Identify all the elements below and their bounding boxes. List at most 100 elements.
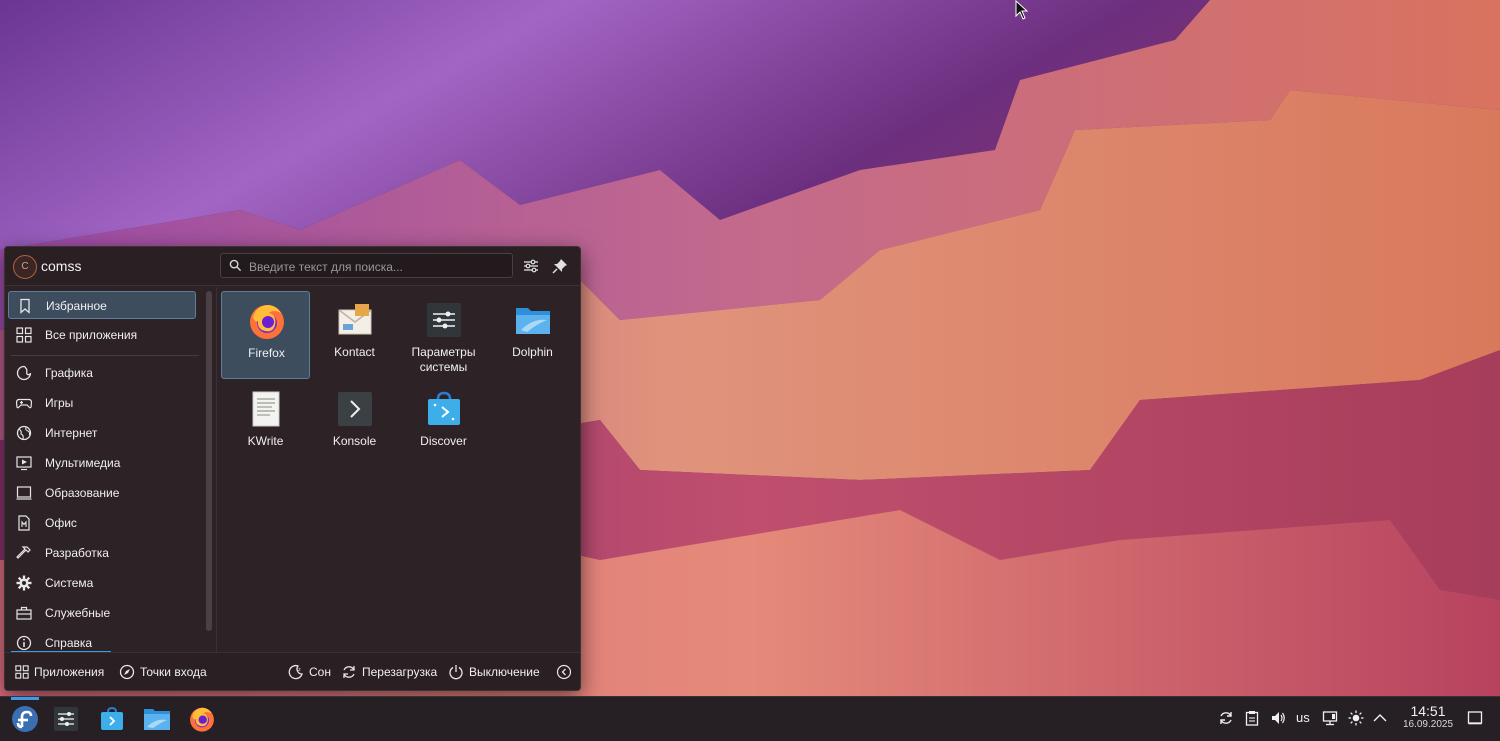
office-icon bbox=[18, 515, 30, 531]
tray-updates[interactable] bbox=[1217, 709, 1235, 727]
power-icon bbox=[449, 665, 463, 680]
taskbar: us 14:51 16.09.2025 bbox=[0, 696, 1500, 741]
shutdown-button[interactable]: Выключение bbox=[448, 663, 540, 681]
favorites-grid: Firefox Kontact Параметры системы Dolphi… bbox=[219, 291, 579, 651]
tray-clipboard[interactable] bbox=[1243, 709, 1261, 727]
taskbar-firefox[interactable] bbox=[184, 701, 220, 737]
launcher-header: C comss bbox=[5, 247, 580, 286]
pin-icon bbox=[552, 259, 567, 274]
compass-icon bbox=[119, 664, 135, 680]
fedora-launcher-icon bbox=[12, 706, 38, 732]
sidebar-item-all-applications[interactable]: Все приложения bbox=[8, 321, 196, 349]
restart-button[interactable]: Перезагрузка bbox=[341, 663, 437, 681]
brightness-icon bbox=[1348, 710, 1364, 726]
app-tile-firefox[interactable]: Firefox bbox=[221, 291, 310, 379]
sidebar-item-label: Графика bbox=[45, 366, 93, 380]
discover-icon bbox=[428, 391, 460, 425]
app-name: KWrite bbox=[247, 434, 284, 448]
applications-tab[interactable]: Приложения bbox=[15, 663, 104, 681]
info-icon bbox=[16, 635, 32, 651]
shutdown-label: Выключение bbox=[469, 665, 540, 679]
search-icon bbox=[229, 259, 242, 272]
sidebar-item-education[interactable]: Образование bbox=[8, 479, 196, 507]
sidebar-item-development[interactable]: Разработка bbox=[8, 539, 196, 567]
bookmark-icon bbox=[20, 298, 30, 314]
show-desktop-icon bbox=[1467, 711, 1483, 725]
sidebar-item-system[interactable]: Система bbox=[8, 569, 196, 597]
sidebar-item-label: Служебные bbox=[45, 606, 111, 620]
clock-time[interactable]: 14:51 bbox=[1398, 703, 1458, 719]
sidebar-scrollbar[interactable] bbox=[206, 291, 212, 631]
toolbox-icon bbox=[16, 606, 32, 620]
username: comss bbox=[41, 258, 82, 274]
graphics-icon bbox=[16, 365, 32, 381]
network-icon bbox=[1322, 711, 1338, 726]
firefox-icon bbox=[190, 707, 214, 732]
sidebar-item-multimedia[interactable]: Мультимедиа bbox=[8, 449, 196, 477]
svg-text:z: z bbox=[298, 667, 301, 673]
sidebar-item-graphics[interactable]: Графика bbox=[8, 359, 196, 387]
sidebar-item-office[interactable]: Офис bbox=[8, 509, 196, 537]
taskbar-discover[interactable] bbox=[94, 701, 130, 737]
applications-tab-label: Приложения bbox=[34, 665, 105, 679]
app-tile-discover[interactable]: Discover bbox=[399, 380, 488, 468]
sleep-button[interactable]: z Сон bbox=[288, 663, 331, 681]
discover-icon bbox=[101, 706, 123, 730]
app-tile-kwrite[interactable]: KWrite bbox=[221, 380, 310, 468]
application-launcher: C comss Введите текст для поиска... Избр… bbox=[4, 246, 581, 691]
updates-icon bbox=[1220, 712, 1232, 724]
dolphin-folder-icon bbox=[516, 308, 550, 334]
gamepad-icon bbox=[16, 398, 32, 409]
globe-icon bbox=[16, 425, 32, 441]
app-tile-kontact[interactable]: Kontact bbox=[310, 291, 399, 379]
app-tile-system-settings[interactable]: Параметры системы bbox=[399, 291, 488, 379]
tray-brightness[interactable] bbox=[1347, 709, 1365, 727]
sidebar-separator bbox=[11, 355, 199, 356]
app-launcher-button[interactable] bbox=[7, 697, 43, 737]
sidebar-item-games[interactable]: Игры bbox=[8, 389, 196, 417]
more-session-options-button[interactable] bbox=[556, 663, 577, 681]
show-desktop-button[interactable] bbox=[1466, 709, 1484, 727]
sidebar-item-help[interactable]: Справка bbox=[8, 629, 196, 652]
user-avatar[interactable]: C bbox=[13, 255, 37, 279]
sleep-label: Сон bbox=[309, 665, 331, 679]
grid-icon bbox=[16, 327, 32, 343]
app-name: Firefox bbox=[248, 346, 285, 360]
keyboard-layout-indicator[interactable]: us bbox=[1296, 710, 1310, 725]
tray-volume[interactable] bbox=[1269, 709, 1287, 727]
launcher-footer: Приложения Точки входа z Сон Перезагрузк… bbox=[5, 652, 580, 690]
app-tile-dolphin[interactable]: Dolphin bbox=[488, 291, 577, 379]
tray-network[interactable] bbox=[1321, 709, 1339, 727]
sidebar-item-label: Игры bbox=[45, 396, 74, 410]
sidebar-item-utilities[interactable]: Служебные bbox=[8, 599, 196, 627]
dolphin-icon bbox=[144, 709, 170, 730]
sidebar-item-internet[interactable]: Интернет bbox=[8, 419, 196, 447]
pin-button[interactable] bbox=[550, 256, 570, 276]
app-tile-konsole[interactable]: Konsole bbox=[310, 380, 399, 468]
tray-expand[interactable] bbox=[1371, 709, 1389, 727]
multimedia-icon bbox=[16, 456, 32, 471]
app-name: Kontact bbox=[334, 345, 375, 359]
clock-date[interactable]: 16.09.2025 bbox=[1393, 719, 1463, 730]
taskbar-dolphin[interactable] bbox=[139, 701, 175, 737]
clipboard-icon bbox=[1245, 711, 1259, 726]
mouse-cursor bbox=[1015, 0, 1029, 20]
taskbar-system-settings[interactable] bbox=[48, 701, 84, 737]
system-settings-icon bbox=[54, 707, 78, 731]
sidebar-item-label: Образование bbox=[45, 486, 120, 500]
hammer-icon bbox=[16, 546, 31, 559]
sidebar-item-favorites[interactable]: Избранное bbox=[8, 291, 196, 319]
search-input[interactable] bbox=[247, 256, 506, 277]
restart-label: Перезагрузка bbox=[362, 665, 438, 679]
sidebar-item-label: Справка bbox=[45, 636, 93, 650]
category-sidebar: Избранное Все приложения Графика Игры Ин… bbox=[5, 287, 205, 652]
sidebar-item-label: Система bbox=[45, 576, 94, 590]
sidebar-item-label: Избранное bbox=[46, 299, 107, 313]
search-box[interactable] bbox=[220, 253, 513, 278]
places-tab[interactable]: Точки входа bbox=[119, 663, 207, 681]
education-icon bbox=[16, 486, 32, 500]
app-name: Konsole bbox=[332, 434, 377, 448]
configure-icon bbox=[524, 259, 538, 273]
sidebar-item-label: Все приложения bbox=[45, 328, 138, 342]
configure-button[interactable] bbox=[521, 256, 541, 276]
